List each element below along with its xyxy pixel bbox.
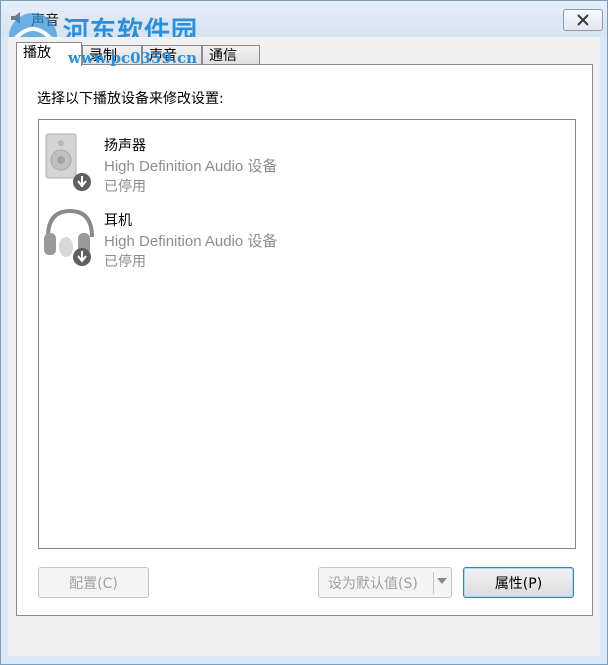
- close-button[interactable]: [563, 9, 603, 31]
- dialog-client-area: 播放 录制 声音 通信 www.pc0359.cn 选择以下播放设备来修改设置:: [8, 37, 600, 656]
- headphones-icon: [44, 208, 94, 266]
- playback-panel: 选择以下播放设备来修改设置: 扬声器 High Definition Audio…: [16, 64, 593, 616]
- device-name: 扬声器: [104, 138, 146, 154]
- properties-button-label: 属性(P): [494, 575, 543, 592]
- tab-playback-label: 播放: [23, 45, 51, 61]
- tab-communications[interactable]: 通信: [202, 45, 260, 65]
- configure-button[interactable]: 配置(C): [38, 567, 149, 598]
- device-description: High Definition Audio 设备: [104, 158, 278, 175]
- device-name: 耳机: [104, 213, 132, 229]
- split-divider: [433, 572, 434, 594]
- device-status: 已停用: [104, 254, 146, 270]
- device-item-speakers[interactable]: 扬声器 High Definition Audio 设备 已停用: [39, 124, 575, 196]
- tab-communications-label: 通信: [209, 48, 237, 64]
- sound-dialog: 声音 河东软件园 播放 录制 声音 通信: [0, 0, 608, 665]
- title-bar[interactable]: 声音 河东软件园: [1, 1, 607, 61]
- set-default-button-label: 设为默认值(S): [328, 575, 418, 592]
- device-item-headphones[interactable]: 耳机 High Definition Audio 设备 已停用: [39, 199, 575, 271]
- watermark-url: www.pc0359.cn: [68, 49, 198, 67]
- instruction-text: 选择以下播放设备来修改设置:: [37, 91, 224, 107]
- device-description: High Definition Audio 设备: [104, 233, 278, 250]
- properties-button[interactable]: 属性(P): [463, 567, 574, 598]
- set-default-button[interactable]: 设为默认值(S): [318, 567, 452, 598]
- dropdown-arrow-icon[interactable]: [437, 578, 447, 586]
- device-list[interactable]: 扬声器 High Definition Audio 设备 已停用 耳机 High: [38, 119, 576, 549]
- close-icon: [577, 14, 589, 26]
- device-status: 已停用: [104, 179, 146, 195]
- configure-button-label: 配置(C): [69, 575, 118, 592]
- speaker-icon: [45, 133, 91, 191]
